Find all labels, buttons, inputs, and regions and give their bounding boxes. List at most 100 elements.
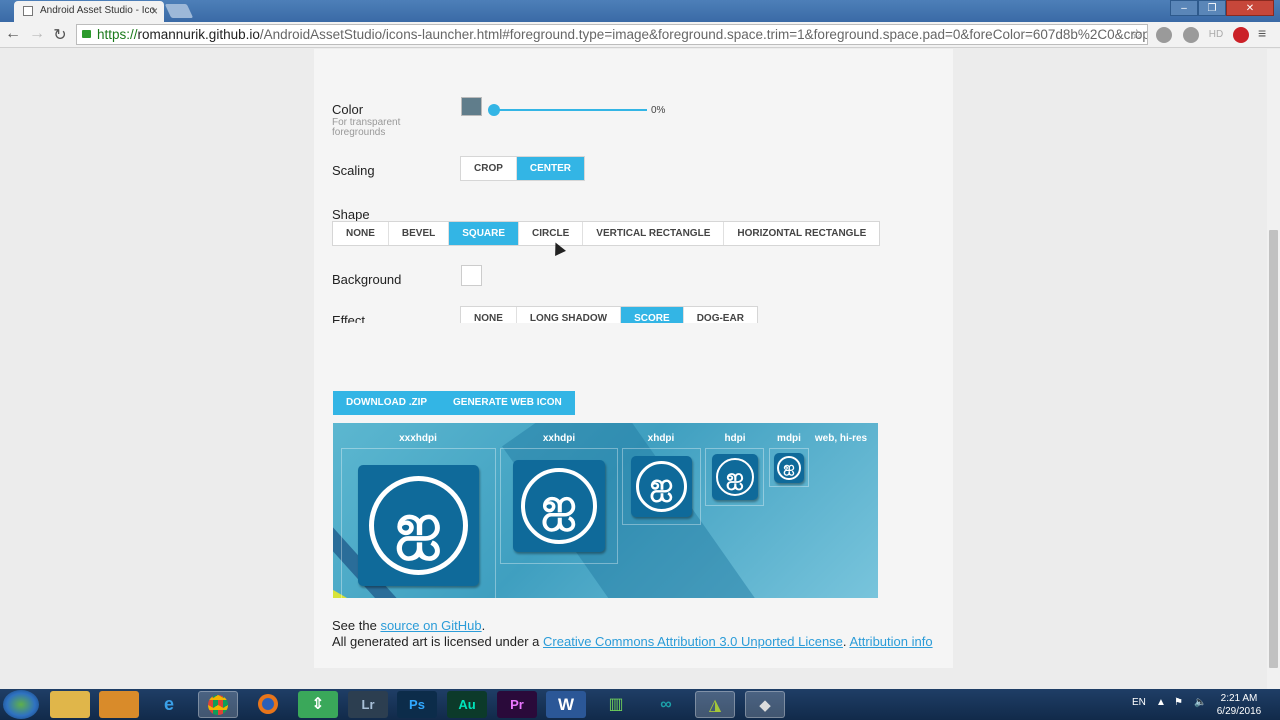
- logo-glyph-icon: ஐ: [649, 469, 674, 501]
- tab-close-icon[interactable]: ×: [151, 4, 158, 18]
- taskbar-chrome-icon[interactable]: [198, 691, 238, 718]
- browser-toolbar: ← → ↻ https://romannurik.github.io/Andro…: [0, 22, 1280, 48]
- alpha-value: 0%: [651, 105, 666, 116]
- shape-option-square[interactable]: SQUARE: [449, 222, 520, 245]
- icon-preview-area: xxxhdpi xxhdpi xhdpi hdpi mdpi web, hi-r…: [333, 423, 878, 615]
- tab-title: Android Asset Studio - Ico: [40, 5, 156, 16]
- start-button[interactable]: [3, 690, 39, 719]
- page-favicon-icon: [23, 6, 33, 16]
- bookmark-star-icon[interactable]: ☆: [1130, 25, 1143, 44]
- scaling-option-center[interactable]: CENTER: [516, 157, 585, 180]
- alpha-slider-track[interactable]: [492, 109, 647, 111]
- tray-expand-icon[interactable]: ▲: [1156, 697, 1166, 708]
- settings-panel: Color For transparent foregrounds 0% Sca…: [314, 49, 953, 370]
- launcher-icon-xxxhdpi: ஐ: [358, 465, 479, 586]
- taskbar-media-player-icon[interactable]: [99, 691, 139, 718]
- language-indicator[interactable]: EN: [1132, 697, 1146, 708]
- chrome-menu-icon[interactable]: ≡: [1258, 25, 1272, 41]
- source-line: See the source on GitHub.: [332, 618, 485, 633]
- extension-gear-icon[interactable]: [1183, 27, 1199, 43]
- shape-label: Shape: [332, 207, 370, 222]
- density-label: xxxhdpi: [399, 433, 437, 444]
- generate-web-icon-button[interactable]: GENERATE WEB ICON: [440, 391, 575, 415]
- taskbar-inkscape-icon[interactable]: ◆: [745, 691, 785, 718]
- reload-icon[interactable]: ↻: [51, 25, 69, 45]
- density-label: xxhdpi: [542, 433, 576, 444]
- url-scheme: https://: [97, 27, 138, 42]
- taskbar-audition-icon[interactable]: Au: [447, 691, 487, 718]
- density-label: mdpi: [777, 433, 801, 444]
- url-path: /AndroidAssetStudio/icons-launcher.html#…: [259, 27, 1148, 42]
- taskbar-word-icon[interactable]: W: [546, 691, 586, 718]
- shape-option-horizontal-rectangle[interactable]: HORIZONTAL RECTANGLE: [724, 222, 879, 245]
- address-bar[interactable]: https://romannurik.github.io/AndroidAsse…: [76, 24, 1148, 45]
- url-host: romannurik.github.io: [137, 27, 260, 42]
- window-title-bar: Android Asset Studio - Ico × – ❐ ✕: [0, 0, 1280, 22]
- launcher-icon-xxhdpi: ஐ: [513, 460, 605, 552]
- pinterest-icon[interactable]: [1233, 27, 1249, 43]
- density-label: web, hi-res: [814, 433, 868, 444]
- color-swatch[interactable]: [461, 97, 482, 116]
- output-panel: DOWNLOAD .ZIP GENERATE WEB ICON xxxhdpi …: [314, 323, 953, 615]
- page-footer: See the source on GitHub. All generated …: [314, 598, 953, 668]
- taskbar-android-icon[interactable]: ◮: [695, 691, 735, 718]
- background-color-swatch[interactable]: [461, 265, 482, 286]
- taskbar-explorer-icon[interactable]: [50, 691, 90, 718]
- density-label: hdpi: [724, 433, 746, 444]
- shape-option-circle[interactable]: CIRCLE: [519, 222, 584, 245]
- logo-glyph-icon: ஐ: [783, 459, 795, 475]
- extension-cloud-icon[interactable]: [1156, 27, 1172, 43]
- page-scrollbar[interactable]: [1267, 49, 1280, 689]
- taskbar-arduino-icon[interactable]: ∞: [646, 691, 686, 718]
- shape-option-bevel[interactable]: BEVEL: [389, 222, 450, 245]
- page-viewport: Color For transparent foregrounds 0% Sca…: [0, 49, 1267, 689]
- download-zip-button[interactable]: DOWNLOAD .ZIP: [333, 391, 441, 415]
- logo-glyph-icon: ஐ: [726, 464, 744, 489]
- new-tab-button[interactable]: [164, 4, 194, 18]
- extension-hd-badge[interactable]: HD: [1206, 28, 1226, 42]
- license-line: All generated art is licensed under a Cr…: [332, 634, 933, 649]
- clock-date: 6/29/2016: [1216, 706, 1262, 717]
- taskbar-internet-explorer-icon[interactable]: e: [149, 691, 189, 718]
- taskbar-premiere-icon[interactable]: Pr: [497, 691, 537, 718]
- scrollbar-thumb[interactable]: [1269, 230, 1278, 668]
- scaling-toggle: CROP CENTER: [460, 156, 586, 181]
- launcher-icon-xhdpi: ஐ: [631, 456, 692, 517]
- taskbar-android-file-transfer-icon[interactable]: ⇕: [298, 691, 338, 718]
- alpha-slider-handle[interactable]: [488, 104, 500, 116]
- attribution-info-link[interactable]: Attribution info: [849, 634, 932, 649]
- taskbar-firefox-icon[interactable]: [248, 691, 288, 718]
- taskbar-lightroom-icon[interactable]: Lr: [348, 691, 388, 718]
- close-window-button[interactable]: ✕: [1226, 0, 1274, 16]
- scaling-label: Scaling: [332, 163, 375, 178]
- logo-glyph-icon: ஐ: [395, 492, 442, 557]
- volume-icon[interactable]: 🔈: [1194, 697, 1206, 708]
- forward-arrow-icon[interactable]: →: [28, 25, 46, 43]
- density-label: xhdpi: [647, 433, 675, 444]
- creative-commons-link[interactable]: Creative Commons Attribution 3.0 Unporte…: [543, 634, 843, 649]
- launcher-icon-mdpi: ஐ: [774, 453, 804, 483]
- minimize-button[interactable]: –: [1170, 0, 1198, 16]
- back-arrow-icon[interactable]: ←: [4, 25, 22, 43]
- system-clock[interactable]: 2:21 AM 6/29/2016: [1212, 692, 1266, 718]
- source-prefix: See the: [332, 618, 377, 633]
- flag-icon[interactable]: ⚑: [1174, 697, 1183, 708]
- taskbar-photoshop-icon[interactable]: Ps: [397, 691, 437, 718]
- license-period: .: [842, 634, 847, 649]
- shape-option-none[interactable]: NONE: [333, 222, 389, 245]
- color-label: Color: [332, 102, 364, 117]
- restore-button[interactable]: ❐: [1198, 0, 1226, 16]
- clock-time: 2:21 AM: [1220, 693, 1258, 704]
- scaling-option-crop[interactable]: CROP: [461, 157, 517, 180]
- browser-tab[interactable]: Android Asset Studio - Ico ×: [14, 1, 164, 22]
- license-prefix: All generated art is licensed under a: [332, 634, 540, 649]
- color-sublabel: For transparent foregrounds: [332, 117, 401, 138]
- shape-toggle: NONE BEVEL SQUARE CIRCLE VERTICAL RECTAN…: [332, 221, 881, 246]
- logo-glyph-icon: ஐ: [541, 480, 577, 529]
- source-on-github-link[interactable]: source on GitHub: [380, 618, 481, 633]
- lock-icon: [82, 30, 91, 38]
- source-period: .: [481, 618, 486, 633]
- shape-option-vertical-rectangle[interactable]: VERTICAL RECTANGLE: [583, 222, 725, 245]
- background-label: Background: [332, 272, 402, 287]
- taskbar-android-studio-icon[interactable]: ▥: [596, 691, 636, 718]
